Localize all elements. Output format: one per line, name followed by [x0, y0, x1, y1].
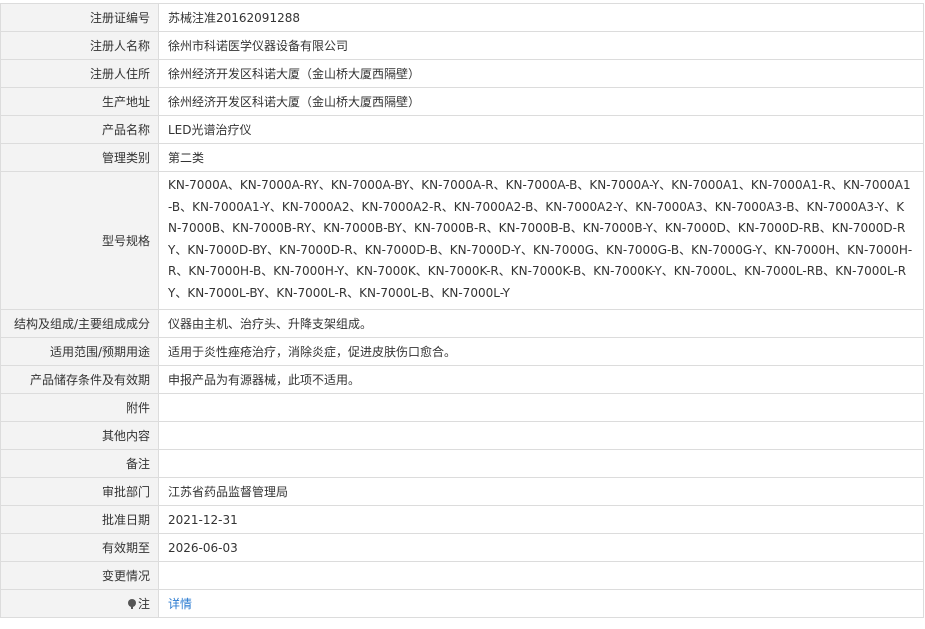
row-models: 型号规格 KN-7000A、KN-7000A-RY、KN-7000A-BY、KN… — [0, 171, 924, 310]
label-approval-dept: 审批部门 — [0, 477, 159, 506]
row-attachment: 附件 — [0, 393, 924, 422]
row-changes: 变更情况 — [0, 561, 924, 590]
row-other: 其他内容 — [0, 421, 924, 450]
label-models: 型号规格 — [0, 171, 159, 310]
row-residence: 注册人住所 徐州经济开发区科诺大厦（金山桥大厦西隔壁） — [0, 59, 924, 88]
value-storage: 申报产品为有源器械，此项不适用。 — [158, 365, 924, 394]
label-scope: 适用范围/预期用途 — [0, 337, 159, 366]
value-note: 详情 — [158, 589, 924, 618]
label-note: 注 — [0, 589, 159, 618]
value-valid-until: 2026-06-03 — [158, 533, 924, 562]
details-link[interactable]: 详情 — [168, 597, 192, 611]
value-changes — [158, 561, 924, 590]
row-reg-no: 注册证编号 苏械注准20162091288 — [0, 3, 924, 32]
value-production-address: 徐州经济开发区科诺大厦（金山桥大厦西隔壁） — [158, 87, 924, 116]
label-valid-until: 有效期至 — [0, 533, 159, 562]
value-approval-date: 2021-12-31 — [158, 505, 924, 534]
row-scope: 适用范围/预期用途 适用于炎性痤疮治疗，消除炎症，促进皮肤伤口愈合。 — [0, 337, 924, 366]
row-valid-until: 有效期至 2026-06-03 — [0, 533, 924, 562]
lightbulb-icon — [127, 599, 136, 609]
label-attachment: 附件 — [0, 393, 159, 422]
value-approval-dept: 江苏省药品监督管理局 — [158, 477, 924, 506]
value-models: KN-7000A、KN-7000A-RY、KN-7000A-BY、KN-7000… — [158, 171, 924, 310]
row-category: 管理类别 第二类 — [0, 143, 924, 172]
registration-record-table: 注册证编号 苏械注准20162091288 注册人名称 徐州市科诺医学仪器设备有… — [0, 3, 924, 618]
row-registrant: 注册人名称 徐州市科诺医学仪器设备有限公司 — [0, 31, 924, 60]
label-product-name: 产品名称 — [0, 115, 159, 144]
label-residence: 注册人住所 — [0, 59, 159, 88]
label-category: 管理类别 — [0, 143, 159, 172]
row-product-name: 产品名称 LED光谱治疗仪 — [0, 115, 924, 144]
label-registrant: 注册人名称 — [0, 31, 159, 60]
label-reg-no: 注册证编号 — [0, 3, 159, 32]
value-structure: 仪器由主机、治疗头、升降支架组成。 — [158, 309, 924, 338]
value-attachment — [158, 393, 924, 422]
row-approval-date: 批准日期 2021-12-31 — [0, 505, 924, 534]
label-production-address: 生产地址 — [0, 87, 159, 116]
label-changes: 变更情况 — [0, 561, 159, 590]
value-registrant: 徐州市科诺医学仪器设备有限公司 — [158, 31, 924, 60]
label-remarks: 备注 — [0, 449, 159, 478]
value-category: 第二类 — [158, 143, 924, 172]
value-remarks — [158, 449, 924, 478]
value-product-name: LED光谱治疗仪 — [158, 115, 924, 144]
label-storage: 产品储存条件及有效期 — [0, 365, 159, 394]
row-structure: 结构及组成/主要组成成分 仪器由主机、治疗头、升降支架组成。 — [0, 309, 924, 338]
row-production-address: 生产地址 徐州经济开发区科诺大厦（金山桥大厦西隔壁） — [0, 87, 924, 116]
row-approval-dept: 审批部门 江苏省药品监督管理局 — [0, 477, 924, 506]
row-note: 注 详情 — [0, 589, 924, 618]
value-reg-no: 苏械注准20162091288 — [158, 3, 924, 32]
value-residence: 徐州经济开发区科诺大厦（金山桥大厦西隔壁） — [158, 59, 924, 88]
label-structure: 结构及组成/主要组成成分 — [0, 309, 159, 338]
label-approval-date: 批准日期 — [0, 505, 159, 534]
label-other: 其他内容 — [0, 421, 159, 450]
row-storage: 产品储存条件及有效期 申报产品为有源器械，此项不适用。 — [0, 365, 924, 394]
value-scope: 适用于炎性痤疮治疗，消除炎症，促进皮肤伤口愈合。 — [158, 337, 924, 366]
value-other — [158, 421, 924, 450]
note-label-text: 注 — [137, 597, 150, 611]
row-remarks: 备注 — [0, 449, 924, 478]
